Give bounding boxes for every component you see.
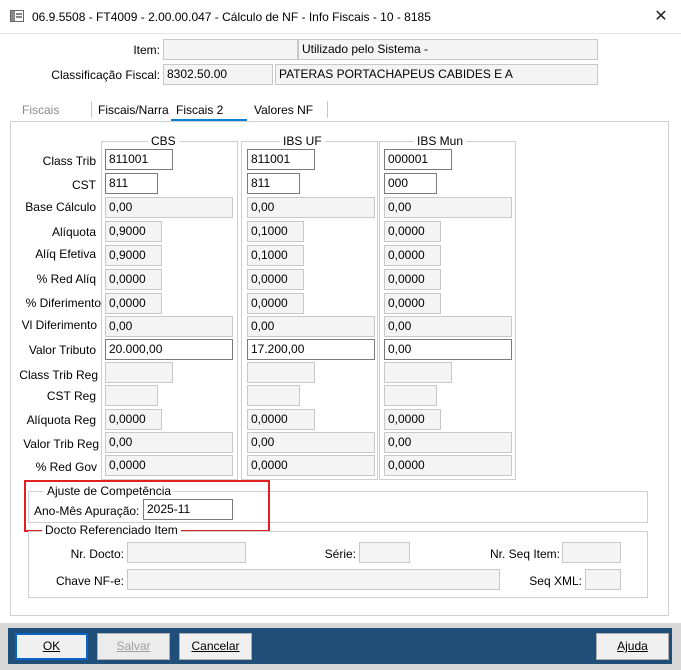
cbs-base-calculo-field: 0,00 xyxy=(105,197,233,218)
item-description-field: Utilizado pelo Sistema - xyxy=(298,39,598,60)
ibs-mun-red-gov-field: 0,0000 xyxy=(384,455,512,476)
ibs-uf-valor-trib-reg-field: 0,00 xyxy=(247,432,375,453)
ibs-mun-valor-tributo-input[interactable]: 0,00 xyxy=(384,339,512,360)
ok-label: OK xyxy=(42,639,61,653)
ibs-uf-class-trib-reg-field xyxy=(247,362,315,383)
classificacao-fiscal-code: 8302.50.00 xyxy=(163,64,273,85)
tab-separator xyxy=(91,101,92,118)
cbs-class-trib-input[interactable]: 811001 xyxy=(105,149,173,170)
close-icon[interactable]: ✕ xyxy=(650,6,672,28)
seq-xml-field xyxy=(585,569,621,590)
ibs-mun-aliquota-field: 0,0000 xyxy=(384,221,441,242)
window-title: 06.9.5508 - FT4009 - 2.00.00.047 - Cálcu… xyxy=(32,10,431,24)
aliquota-label: Alíquota xyxy=(51,225,96,239)
cbs-column-header: CBS xyxy=(148,135,179,148)
tab-fiscais[interactable]: Fiscais xyxy=(19,101,62,120)
ibs-mun-valor-trib-reg-field: 0,00 xyxy=(384,432,512,453)
ibs-mun-column-header: IBS Mun xyxy=(414,135,467,148)
cbs-aliquota-field: 0,9000 xyxy=(105,221,162,242)
ibs-uf-aliq-efetiva-field: 0,1000 xyxy=(247,245,304,266)
cbs-vl-diferimento-field: 0,00 xyxy=(105,316,233,337)
cbs-valor-tributo-input[interactable]: 20.000,00 xyxy=(105,339,233,360)
ibs-uf-base-calculo-field: 0,00 xyxy=(247,197,375,218)
nr-docto-label: Nr. Docto: xyxy=(70,547,124,561)
cancelar-button[interactable]: Cancelar xyxy=(179,633,252,660)
ibs-uf-cst-reg-field xyxy=(247,385,300,406)
ibs-uf-cst-input[interactable]: 811 xyxy=(247,173,300,194)
classificacao-fiscal-description: PATERAS PORTACHAPEUS CABIDES E A xyxy=(275,64,598,85)
ibs-mun-aliq-efetiva-field: 0,0000 xyxy=(384,245,441,266)
ibs-uf-diferimento-field: 0,0000 xyxy=(247,293,304,314)
salvar-label: Salvar xyxy=(116,639,151,653)
cancelar-label: Cancelar xyxy=(191,639,240,653)
diferimento-label: % Diferimento xyxy=(25,296,101,310)
ibs-uf-aliquota-reg-field: 0,0000 xyxy=(247,409,315,430)
window-icon xyxy=(10,10,24,22)
ibs-uf-red-gov-field: 0,0000 xyxy=(247,455,375,476)
chave-nfe-field xyxy=(127,569,500,590)
nr-seq-item-label: Nr. Seq Item: xyxy=(489,547,560,561)
base-calculo-label: Base Cálculo xyxy=(25,200,96,214)
tab-valores-nf[interactable]: Valores NF xyxy=(251,101,316,120)
ajuda-label: Ajuda xyxy=(617,639,648,653)
aliquota-reg-label: Alíquota Reg xyxy=(26,413,96,427)
vl-diferimento-label: Vl Diferimento xyxy=(21,318,97,332)
cbs-aliq-efetiva-field: 0,9000 xyxy=(105,245,162,266)
ok-button[interactable]: OK xyxy=(15,633,88,660)
ibs-mun-base-calculo-field: 0,00 xyxy=(384,197,512,218)
salvar-button[interactable]: Salvar xyxy=(97,633,170,660)
serie-field xyxy=(359,542,410,563)
ibs-uf-vl-diferimento-field: 0,00 xyxy=(247,316,375,337)
chave-nfe-label: Chave NF-e: xyxy=(55,574,124,588)
ibs-uf-aliquota-field: 0,1000 xyxy=(247,221,304,242)
cbs-red-aliq-field: 0,0000 xyxy=(105,269,162,290)
cbs-red-gov-field: 0,0000 xyxy=(105,455,233,476)
cbs-diferimento-field: 0,0000 xyxy=(105,293,162,314)
docto-referenciado-title: Docto Referenciado Item xyxy=(42,523,181,537)
cbs-cst-input[interactable]: 811 xyxy=(105,173,158,194)
ibs-uf-valor-tributo-input[interactable]: 17.200,00 xyxy=(247,339,375,360)
nr-seq-item-field xyxy=(562,542,621,563)
valor-trib-reg-label: Valor Trib Reg xyxy=(23,437,99,451)
cst-reg-label: CST Reg xyxy=(46,389,96,403)
ibs-mun-diferimento-field: 0,0000 xyxy=(384,293,441,314)
cst-label: CST xyxy=(72,178,96,192)
item-code-field xyxy=(163,39,298,60)
class-trib-label: Class Trib xyxy=(42,154,96,168)
aliq-efetiva-label: Alíq Efetiva xyxy=(35,247,96,261)
red-gov-label: % Red Gov xyxy=(35,460,97,474)
ibs-uf-column-header: IBS UF xyxy=(280,135,325,148)
tab-separator xyxy=(327,101,328,118)
cbs-cst-reg-field xyxy=(105,385,158,406)
ajuda-button[interactable]: Ajuda xyxy=(596,633,669,660)
ibs-mun-class-trib-reg-field xyxy=(384,362,452,383)
ibs-mun-class-trib-input[interactable]: 000001 xyxy=(384,149,452,170)
classificacao-fiscal-label: Classificação Fiscal: xyxy=(51,68,160,82)
ibs-uf-red-aliq-field: 0,0000 xyxy=(247,269,304,290)
ibs-mun-cst-input[interactable]: 000 xyxy=(384,173,437,194)
red-aliq-label: % Red Alíq xyxy=(36,272,96,286)
seq-xml-label: Seq XML: xyxy=(529,574,582,588)
cbs-valor-trib-reg-field: 0,00 xyxy=(105,432,233,453)
ibs-uf-class-trib-input[interactable]: 811001 xyxy=(247,149,315,170)
ibs-mun-red-aliq-field: 0,0000 xyxy=(384,269,441,290)
class-trib-reg-label: Class Trib Reg xyxy=(19,368,98,382)
serie-label: Série: xyxy=(324,547,356,561)
cbs-aliquota-reg-field: 0,0000 xyxy=(105,409,162,430)
tab-fiscais-narra[interactable]: Fiscais/Narra xyxy=(95,101,172,120)
valor-tributo-label: Valor Tributo xyxy=(28,343,96,357)
tab-fiscais-2[interactable]: Fiscais 2 xyxy=(173,101,226,120)
cbs-class-trib-reg-field xyxy=(105,362,173,383)
ibs-mun-aliquota-reg-field: 0,0000 xyxy=(384,409,441,430)
nr-docto-field xyxy=(127,542,246,563)
item-label: Item: xyxy=(133,43,160,57)
ibs-mun-vl-diferimento-field: 0,00 xyxy=(384,316,512,337)
ibs-mun-cst-reg-field xyxy=(384,385,437,406)
